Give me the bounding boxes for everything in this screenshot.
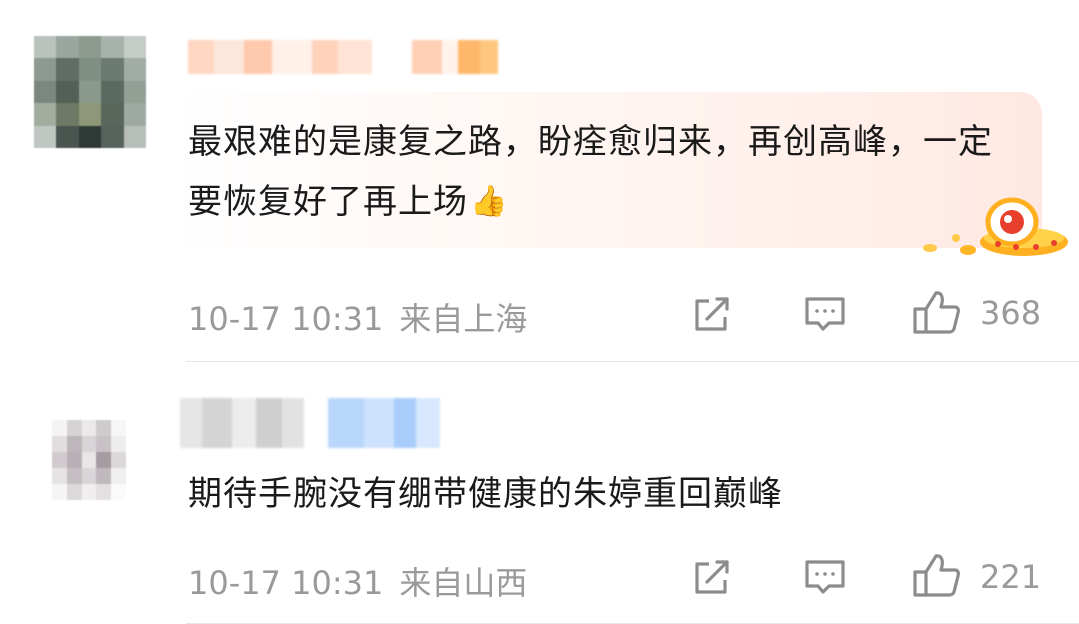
timestamp: 10-17 10:31 bbox=[188, 564, 384, 602]
share-button[interactable] bbox=[688, 292, 738, 338]
thumbs-up-icon bbox=[913, 554, 960, 597]
like-button[interactable] bbox=[912, 289, 962, 335]
location: 来自上海 bbox=[399, 300, 528, 338]
comment-button[interactable] bbox=[800, 292, 850, 338]
like-count[interactable]: 221 bbox=[980, 558, 1060, 596]
comment-meta: 10-17 10:31 来自山西 bbox=[188, 558, 527, 604]
comment-text: 最艰难的是康复之路，盼痊愈归来，再创高峰，一定要恢复好了再上场👍 bbox=[188, 112, 1008, 232]
location: 来自山西 bbox=[399, 564, 528, 602]
comment-meta: 10-17 10:31 来自上海 bbox=[188, 294, 527, 340]
share-icon bbox=[695, 297, 729, 331]
avatar[interactable] bbox=[34, 36, 146, 148]
comment-icon bbox=[805, 560, 845, 594]
comment-item: 期待手腕没有绷带健康的朱婷重回巅峰 10-17 10:31 来自山西 221 bbox=[0, 362, 1079, 624]
comment-icon bbox=[805, 297, 845, 331]
comment-text: 期待手腕没有绷带健康的朱婷重回巅峰 bbox=[188, 474, 783, 514]
thumbs-up-icon bbox=[913, 291, 960, 334]
username[interactable] bbox=[188, 40, 498, 74]
like-count[interactable]: 368 bbox=[980, 294, 1060, 332]
ufo-mascot-icon bbox=[912, 190, 1072, 270]
share-button[interactable] bbox=[688, 555, 738, 601]
timestamp: 10-17 10:31 bbox=[188, 300, 384, 338]
comment-item: 最艰难的是康复之路，盼痊愈归来，再创高峰，一定要恢复好了再上场👍 10-17 1… bbox=[0, 0, 1079, 362]
username[interactable] bbox=[180, 398, 440, 448]
like-button[interactable] bbox=[912, 552, 962, 598]
share-icon bbox=[695, 560, 729, 594]
thumbs-up-emoji: 👍 bbox=[470, 184, 509, 219]
comment-button[interactable] bbox=[800, 555, 850, 601]
avatar[interactable] bbox=[52, 420, 126, 500]
